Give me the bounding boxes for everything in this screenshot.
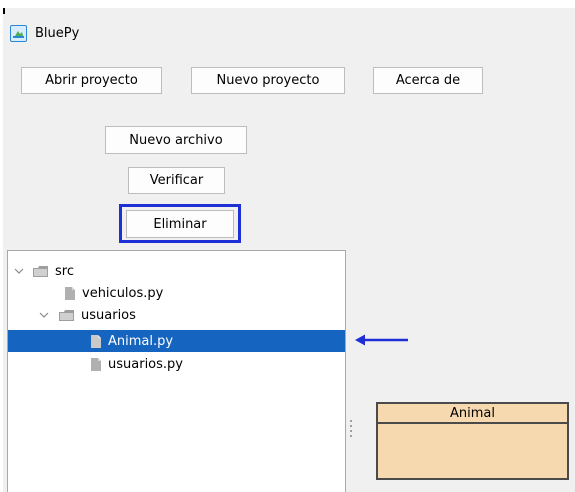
app-icon xyxy=(10,24,27,42)
window-corner-mark xyxy=(3,8,5,14)
chevron-down-icon[interactable] xyxy=(38,309,50,321)
tree-file-animal[interactable]: Animal.py xyxy=(8,330,345,352)
open-project-button[interactable]: Abrir proyecto xyxy=(21,67,162,94)
file-icon xyxy=(91,357,101,371)
uml-class-box[interactable]: Animal xyxy=(376,402,569,480)
chevron-down-icon[interactable] xyxy=(13,265,25,277)
folder-icon xyxy=(59,309,74,321)
new-file-button[interactable]: Nuevo archivo xyxy=(105,126,247,154)
tree-item-label: src xyxy=(55,263,74,279)
tree-item-label: usuarios xyxy=(81,307,136,323)
file-icon xyxy=(65,286,75,300)
arrow-left-icon xyxy=(355,334,408,346)
tree-folder-usuarios[interactable]: usuarios xyxy=(8,304,345,326)
about-button[interactable]: Acerca de xyxy=(373,67,483,94)
splitter-handle[interactable] xyxy=(350,420,353,442)
tree-item-label: vehiculos.py xyxy=(82,285,164,301)
tree-file-usuarios[interactable]: usuarios.py xyxy=(8,353,345,375)
tree-item-label: usuarios.py xyxy=(108,356,183,372)
tree-item-label: Animal.py xyxy=(108,333,174,349)
title-bar: BluePy xyxy=(10,22,79,44)
tree-file-vehiculos[interactable]: vehiculos.py xyxy=(8,282,345,304)
tree-folder-src[interactable]: src xyxy=(8,260,345,282)
delete-button-highlight xyxy=(119,204,241,243)
file-icon xyxy=(91,334,101,348)
uml-class-name: Animal xyxy=(378,404,567,424)
window-title: BluePy xyxy=(35,25,80,41)
project-tree[interactable]: src vehiculos.py usuarios Animal.py usua… xyxy=(7,250,346,492)
new-project-button[interactable]: Nuevo proyecto xyxy=(191,67,345,94)
folder-icon xyxy=(33,265,48,277)
verify-button[interactable]: Verificar xyxy=(128,167,225,194)
